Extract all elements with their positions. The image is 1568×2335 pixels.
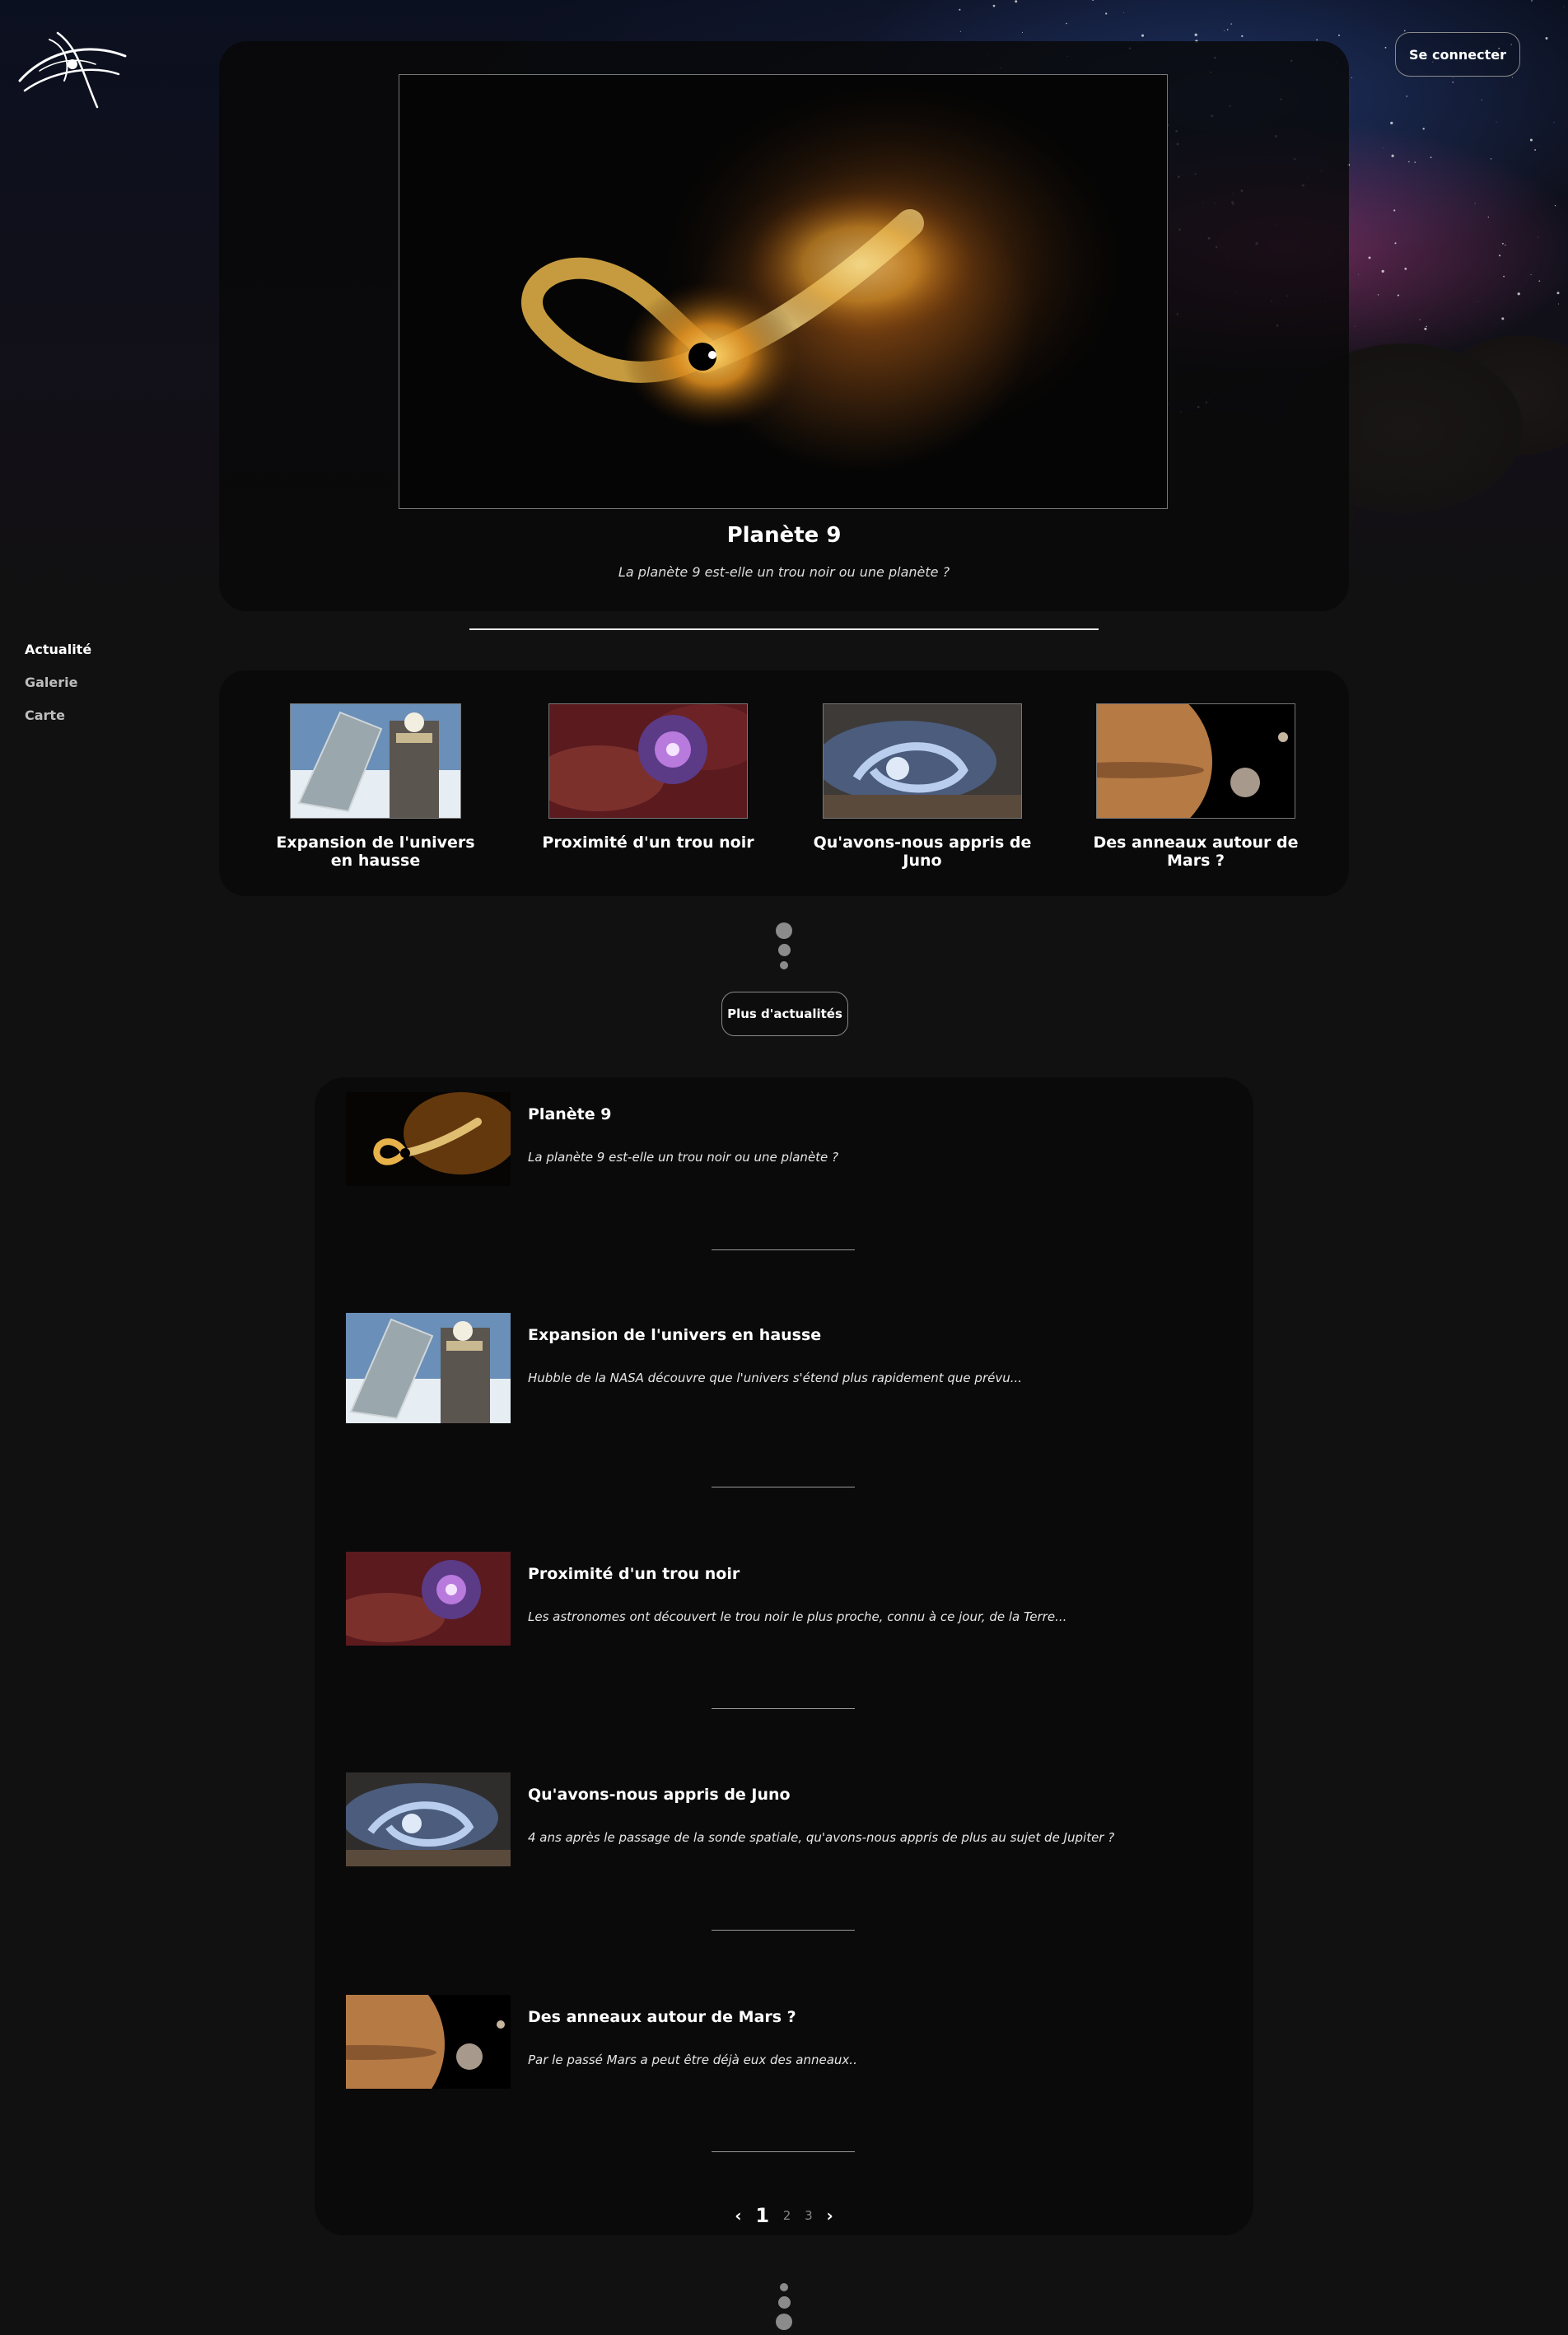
chevron-left-icon[interactable]: ‹ [735,2206,741,2225]
hero-title[interactable]: Planète 9 [219,523,1349,548]
list-item[interactable]: Qu'avons-nous appris de Juno 4 ans après… [346,1772,1219,1875]
dot [776,2314,792,2330]
list-item[interactable]: Expansion de l'univers en hausse Hubble … [346,1313,1219,1423]
list-divider [712,1708,855,1709]
list-item-description: Les astronomes ont découvert le trou noi… [528,1609,1067,1624]
page-3-link[interactable]: 3 [805,2208,813,2223]
list-thumb-black-hole [346,1092,511,1186]
news-card-title: Proximité d'un trou noir [542,834,754,852]
list-divider [712,1249,855,1250]
dot [780,2283,788,2291]
side-nav: Actualité Galerie Carte [25,642,91,741]
hero-subtitle: La planète 9 est-elle un trou noir ou un… [618,564,950,580]
list-item-description: 4 ans après le passage de la sonde spati… [528,1830,1115,1845]
news-card-title: Des anneaux autour de Mars ? [1093,834,1299,870]
dot [780,961,788,969]
list-item[interactable]: Planète 9 La planète 9 est-elle un trou … [346,1092,1219,1194]
news-card[interactable]: Qu'avons-nous appris de Juno [810,703,1034,870]
chevron-right-icon[interactable]: › [826,2206,833,2225]
list-item-title[interactable]: Qu'avons-nous appris de Juno [528,1786,791,1804]
list-divider [712,2151,855,2152]
thumb-mars [1096,703,1295,819]
thumb-black-hole [548,703,748,819]
more-news-button[interactable]: Plus d'actualités [721,992,848,1036]
divider-line [469,628,1099,630]
news-card[interactable]: Des anneaux autour de Mars ? [1080,703,1311,870]
dot [777,2296,791,2309]
thumb-jupiter [823,703,1022,819]
list-item[interactable]: Des anneaux autour de Mars ? Par le pass… [346,1995,1219,2097]
thumb-hubble [290,703,461,819]
nav-item-actualite[interactable]: Actualité [25,642,91,657]
news-card[interactable]: Proximité d'un trou noir [540,703,756,852]
list-thumb-nebula [346,1552,511,1646]
black-hole-illustration [521,83,1124,446]
news-card-title: Expansion de l'univers en hausse [276,834,475,870]
list-item-title[interactable]: Proximité d'un trou noir [528,1565,740,1583]
news-carousel: Expansion de l'univers en hausse Proximi… [219,670,1349,896]
dot [777,944,791,956]
list-item-description: Par le passé Mars a peut être déjà eux d… [528,2052,857,2067]
list-item-description: Hubble de la NASA découvre que l'univers… [528,1371,1023,1385]
list-divider [712,1930,855,1931]
page-2-link[interactable]: 2 [783,2208,791,2223]
hero-image-black-hole[interactable] [399,74,1168,509]
list-item-title[interactable]: Planète 9 [528,1105,611,1123]
pagination: ‹ 1 2 3 › [315,2204,1253,2227]
page-1-link[interactable]: 1 [755,2204,769,2227]
scroll-indicator [774,922,794,974]
list-item[interactable]: Proximité d'un trou noir Les astronomes … [346,1552,1219,1654]
dot [776,922,792,939]
nav-item-galerie[interactable]: Galerie [25,675,91,690]
list-thumb-hubble [346,1313,511,1423]
list-item-title[interactable]: Expansion de l'univers en hausse [528,1326,821,1344]
nav-item-carte[interactable]: Carte [25,708,91,723]
login-button[interactable]: Se connecter [1395,32,1520,77]
list-item-description: La planète 9 est-elle un trou noir ou un… [528,1150,839,1165]
galaxy-logo[interactable] [16,23,132,114]
news-card[interactable]: Expansion de l'univers en hausse [268,703,483,870]
scroll-indicator-bottom [774,2283,794,2335]
featured-article-card[interactable]: Planète 9 La planète 9 est-elle un trou … [219,41,1349,611]
news-card-title: Qu'avons-nous appris de Juno [813,834,1032,870]
list-item-title[interactable]: Des anneaux autour de Mars ? [528,2008,796,2026]
list-thumb-mars [346,1995,511,2089]
news-list: Planète 9 La planète 9 est-elle un trou … [315,1077,1253,2235]
list-thumb-jupiter [346,1772,511,1866]
